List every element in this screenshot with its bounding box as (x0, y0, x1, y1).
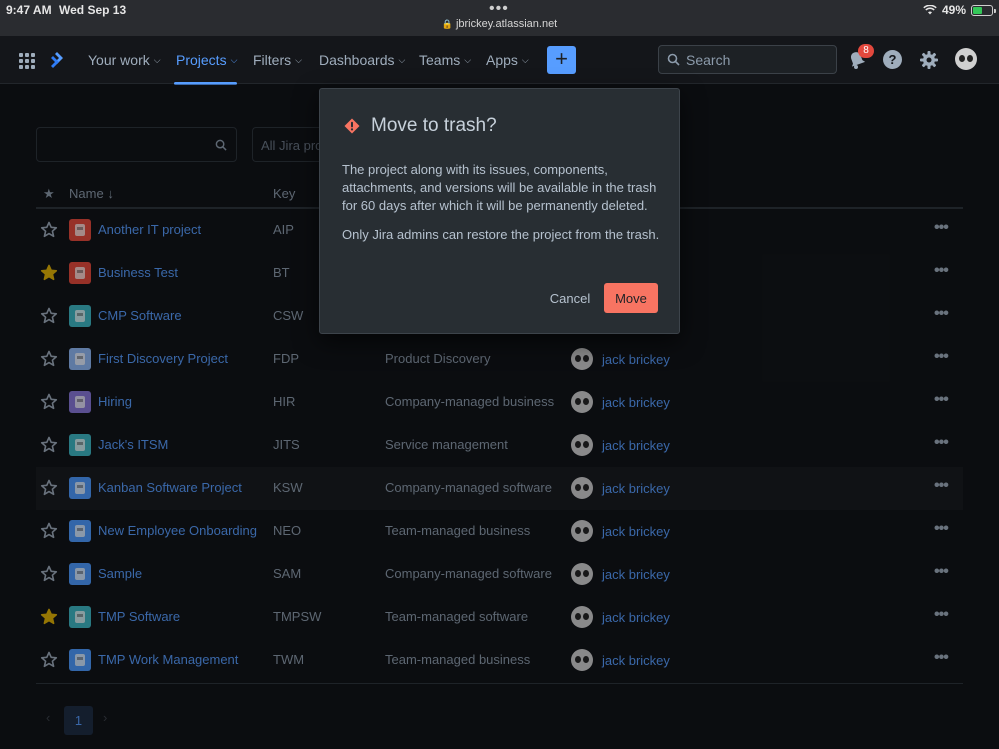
status-time: 9:47 AM (6, 3, 52, 17)
battery-icon (971, 4, 996, 16)
help-icon[interactable]: ? (883, 50, 902, 69)
chevron-down-icon: ⌵ (230, 54, 238, 65)
lock-icon: 🔒 (441, 19, 453, 29)
create-button[interactable]: + (547, 46, 576, 74)
chevron-down-icon: ⌵ (464, 54, 472, 65)
ios-status-bar: 9:47 AM Wed Sep 13 ••• 🔒 jbrickey.atlassi… (0, 0, 999, 36)
nav-filters[interactable]: Filters ⌵ (253, 52, 302, 68)
move-to-trash-dialog: Move to trash? The project along with it… (319, 88, 680, 334)
url-text: jbrickey.atlassian.net (455, 18, 558, 30)
chevron-down-icon: ⌵ (295, 54, 302, 65)
status-date: Wed Sep 13 (59, 3, 127, 17)
notification-badge: 8 (858, 44, 874, 58)
global-search[interactable] (658, 45, 837, 74)
profile-avatar[interactable] (955, 48, 977, 70)
nav-dashboards[interactable]: Dashboards ⌵ (319, 52, 405, 68)
search-icon (667, 53, 680, 66)
battery-percent: 49% (941, 3, 966, 17)
cancel-button[interactable]: Cancel (540, 283, 600, 313)
jira-logo-icon[interactable] (47, 50, 67, 70)
wifi-icon (923, 5, 937, 15)
address-bar[interactable]: 🔒 jbrickey.atlassian.net (0, 18, 999, 30)
warning-icon (344, 118, 360, 134)
status-right-group: 49% (923, 3, 996, 17)
gear-icon[interactable] (919, 50, 939, 70)
chevron-down-icon: ⌵ (521, 54, 529, 65)
move-button[interactable]: Move (604, 283, 658, 313)
nav-projects[interactable]: Projects ⌵ (176, 52, 237, 68)
chevron-down-icon: ⌵ (153, 54, 161, 65)
dialog-body-text: The project along with its issues, compo… (342, 162, 657, 213)
nav-your-work[interactable]: Your work ⌵ (88, 52, 161, 68)
chevron-down-icon: ⌵ (398, 54, 406, 65)
nav-teams[interactable]: Teams ⌵ (419, 52, 471, 68)
app-switcher-icon[interactable] (19, 53, 35, 69)
search-input[interactable] (686, 50, 831, 70)
dialog-admin-note: Only Jira admins can restore the project… (342, 227, 660, 242)
dialog-title: Move to trash? (371, 115, 497, 136)
nav-apps[interactable]: Apps ⌵ (486, 52, 529, 68)
multitasking-dots-icon[interactable]: ••• (489, 0, 509, 18)
